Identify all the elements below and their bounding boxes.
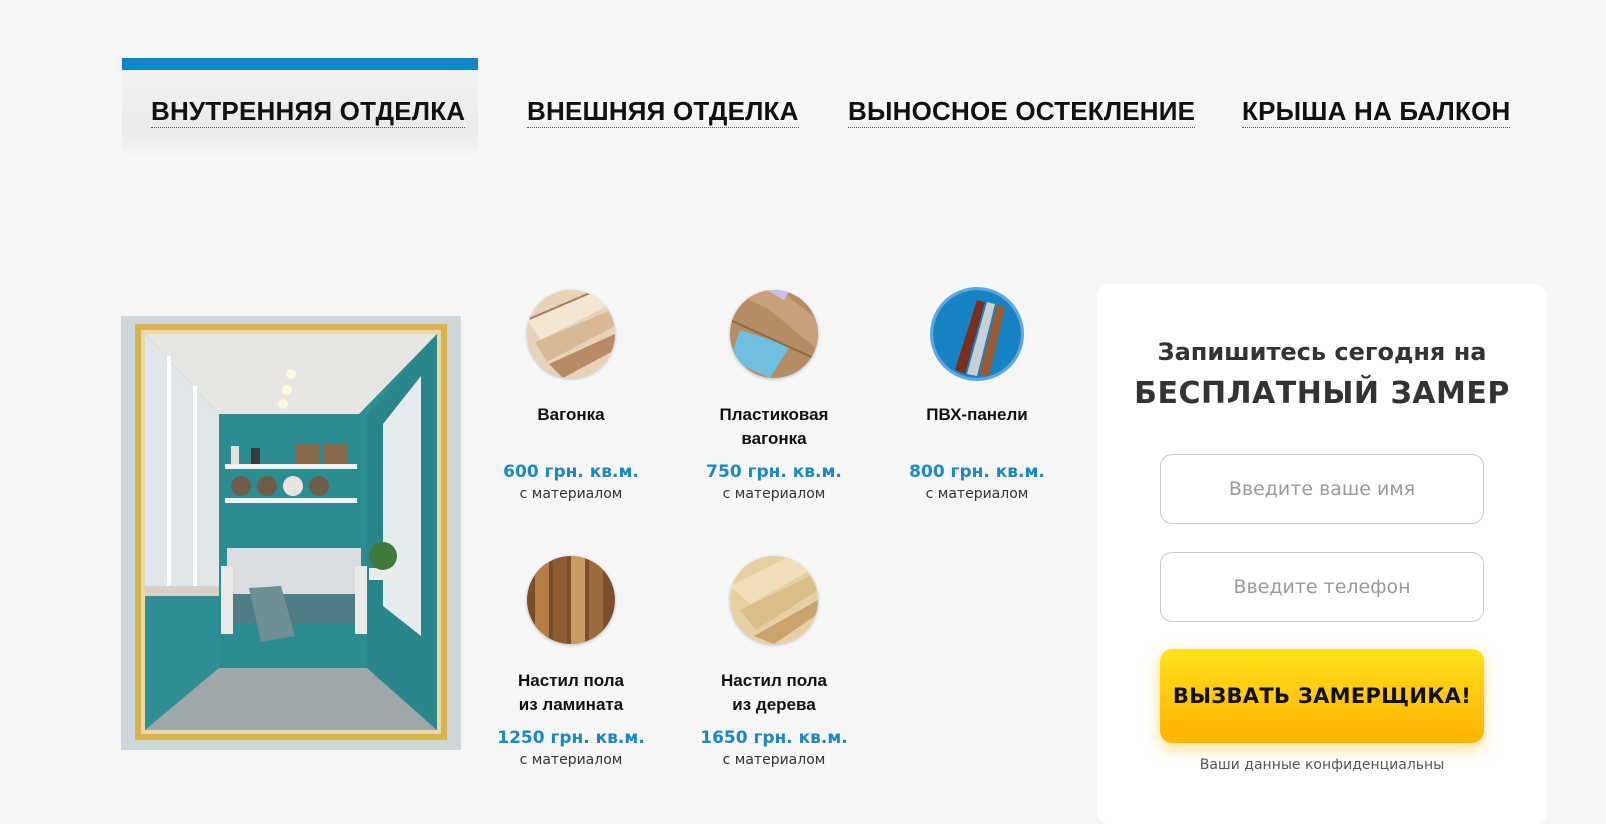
tab-interior-finishing[interactable]: ВНУТРЕННЯЯ ОТДЕЛКА: [122, 58, 478, 158]
tab-label: ВЫНОСНОЕ ОСТЕКЛЕНИЕ: [848, 96, 1196, 128]
product-name: Настил пола из ламината: [518, 671, 624, 714]
tab-remote-glazing[interactable]: ВЫНОСНОЕ ОСТЕКЛЕНИЕ: [848, 58, 1196, 158]
tab-label: КРЫША НА БАЛКОН: [1242, 96, 1511, 128]
form-title: БЕСПЛАТНЫЙ ЗАМЕР: [1134, 376, 1510, 411]
product-name: ПВХ-панели: [926, 405, 1028, 424]
product-name: Пластиковая вагонка: [719, 405, 829, 448]
product-note: с материалом: [722, 486, 826, 502]
plastic-lining-image: [730, 290, 818, 378]
laminate-image: [527, 556, 615, 644]
balcony-interior-image: [121, 316, 461, 750]
product-price: 1250 грн. кв.м.: [497, 728, 645, 748]
name-input[interactable]: [1160, 454, 1484, 524]
product-name: Настил пола из дерева: [721, 671, 827, 714]
wood-floor-image: [730, 556, 818, 644]
product-card-pvc-panels: ПВХ-панели 800 грн. кв.м. с материалом: [882, 290, 1072, 503]
privacy-note: Ваши данные конфиденциальны: [1199, 757, 1445, 773]
tab-balcony-roof[interactable]: КРЫША НА БАЛКОН: [1242, 58, 1511, 158]
product-card-wood-floor: Настил пола из дерева 1650 грн. кв.м. с …: [679, 556, 869, 769]
product-card-plastic-lining: Пластиковая вагонка 750 грн. кв.м. с мат…: [679, 290, 869, 503]
tab-exterior-finishing[interactable]: ВНЕШНЯЯ ОТДЕЛКА: [527, 58, 799, 158]
measurement-request-form: Запишитесь сегодня на БЕСПЛАТНЫЙ ЗАМЕР В…: [1097, 284, 1547, 824]
product-note: с материалом: [925, 486, 1029, 502]
product-card-laminate-floor: Настил пола из ламината 1250 грн. кв.м. …: [476, 556, 666, 769]
pvc-panels-image: [933, 290, 1021, 378]
product-price: 800 грн. кв.м.: [909, 462, 1045, 482]
phone-input[interactable]: [1160, 552, 1484, 622]
product-price: 1650 грн. кв.м.: [700, 728, 848, 748]
product-note: с материалом: [722, 752, 826, 768]
product-note: с материалом: [519, 752, 623, 768]
tabs-bar: ВНУТРЕННЯЯ ОТДЕЛКА ВНЕШНЯЯ ОТДЕЛКА ВЫНОС…: [0, 0, 1606, 170]
tab-label: ВНУТРЕННЯЯ ОТДЕЛКА: [151, 96, 466, 128]
product-price: 750 грн. кв.м.: [706, 462, 842, 482]
product-price: 600 грн. кв.м.: [503, 462, 639, 482]
call-measurer-button[interactable]: ВЫЗВАТЬ ЗАМЕРЩИКА!: [1160, 649, 1484, 743]
product-name: Вагонка: [537, 405, 605, 424]
product-card-wood-lining: Вагонка 600 грн. кв.м. с материалом: [476, 290, 666, 503]
tab-label: ВНЕШНЯЯ ОТДЕЛКА: [527, 96, 799, 128]
wood-lining-image: [527, 290, 615, 378]
product-note: с материалом: [519, 486, 623, 502]
form-subtitle: Запишитесь сегодня на: [1157, 338, 1487, 366]
